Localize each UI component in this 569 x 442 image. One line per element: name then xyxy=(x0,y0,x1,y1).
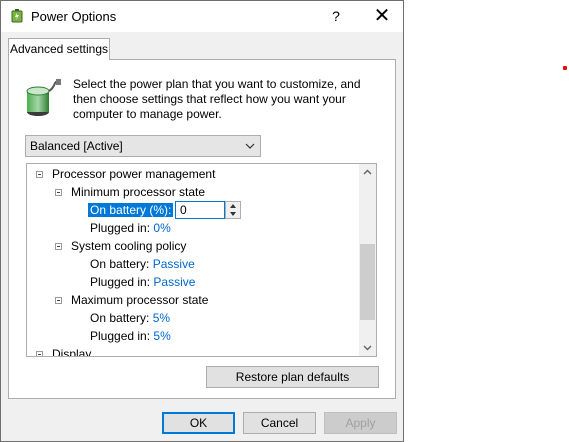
max-state-on-battery-row: On battery: 5% xyxy=(90,309,170,327)
max-state-plugged-in-row: Plugged in: 5% xyxy=(90,327,171,345)
scroll-thumb[interactable] xyxy=(360,244,375,320)
cancel-button[interactable]: Cancel xyxy=(243,412,316,434)
cooling-plugged-in-value[interactable]: Passive xyxy=(153,275,195,289)
power-options-app-icon xyxy=(11,9,23,23)
tab-advanced-settings[interactable]: Advanced settings xyxy=(8,38,110,60)
ok-button[interactable]: OK xyxy=(162,412,235,434)
cooling-on-battery-value[interactable]: Passive xyxy=(153,257,195,271)
min-state-plugged-in-value[interactable]: 0% xyxy=(153,221,170,235)
max-state-on-battery-value[interactable]: 5% xyxy=(153,311,170,325)
red-marker-dot xyxy=(563,66,567,70)
collapse-system-cooling-policy[interactable] xyxy=(55,243,62,250)
tree-scrollbar[interactable] xyxy=(359,164,376,356)
chevron-down-icon xyxy=(245,143,255,149)
tree-item-minimum-processor-state[interactable]: Minimum processor state xyxy=(71,183,205,201)
scroll-down-icon[interactable] xyxy=(359,339,376,356)
collapse-maximum-processor-state[interactable] xyxy=(55,297,62,304)
spinner-down-icon[interactable] xyxy=(226,210,240,218)
min-state-on-battery-spinner[interactable] xyxy=(225,201,241,219)
max-state-on-battery-label: On battery: xyxy=(90,311,150,325)
cooling-plugged-in-label: Plugged in: xyxy=(90,275,151,289)
power-plan-dropdown[interactable]: Balanced [Active] xyxy=(25,135,261,157)
cooling-on-battery-row: On battery: Passive xyxy=(90,255,195,273)
settings-tree[interactable]: Processor power management Minimum proce… xyxy=(26,163,377,357)
collapse-minimum-processor-state[interactable] xyxy=(55,189,62,196)
tree-item-system-cooling-policy[interactable]: System cooling policy xyxy=(71,237,186,255)
help-button[interactable]: ? xyxy=(319,1,353,32)
close-button[interactable]: ✕ xyxy=(361,1,403,32)
min-state-plugged-in-row: Plugged in: 0% xyxy=(90,219,171,237)
collapse-processor-power-management[interactable] xyxy=(36,171,43,178)
min-state-on-battery-label[interactable]: On battery (%): xyxy=(88,201,174,219)
tree-item-maximum-processor-state[interactable]: Maximum processor state xyxy=(71,291,208,309)
tree-item-processor-power-management[interactable]: Processor power management xyxy=(52,165,215,183)
expand-display[interactable] xyxy=(36,351,43,356)
spinner-up-icon[interactable] xyxy=(226,202,240,210)
cooling-plugged-in-row: Plugged in: Passive xyxy=(90,273,195,291)
power-options-window: Power Options ? ✕ Advanced settings Sele… xyxy=(0,0,404,442)
min-state-on-battery-input[interactable]: 0 xyxy=(175,201,225,219)
power-plan-selected-value: Balanced [Active] xyxy=(30,139,123,153)
min-state-on-battery-label-text: On battery (%): xyxy=(88,203,174,217)
battery-plug-icon xyxy=(26,79,61,116)
max-state-plugged-in-label: Plugged in: xyxy=(90,329,151,343)
max-state-plugged-in-value[interactable]: 5% xyxy=(153,329,170,343)
cooling-on-battery-label: On battery: xyxy=(90,257,150,271)
tree-item-display[interactable]: Display xyxy=(52,345,91,356)
min-state-plugged-in-label: Plugged in: xyxy=(90,221,151,235)
restore-plan-defaults-button[interactable]: Restore plan defaults xyxy=(206,366,379,388)
window-title: Power Options xyxy=(31,9,117,24)
scroll-up-icon[interactable] xyxy=(359,164,376,181)
title-bar: Power Options ? ✕ xyxy=(1,1,403,32)
plan-description: Select the power plan that you want to c… xyxy=(73,77,361,121)
apply-button[interactable]: Apply xyxy=(324,412,397,434)
